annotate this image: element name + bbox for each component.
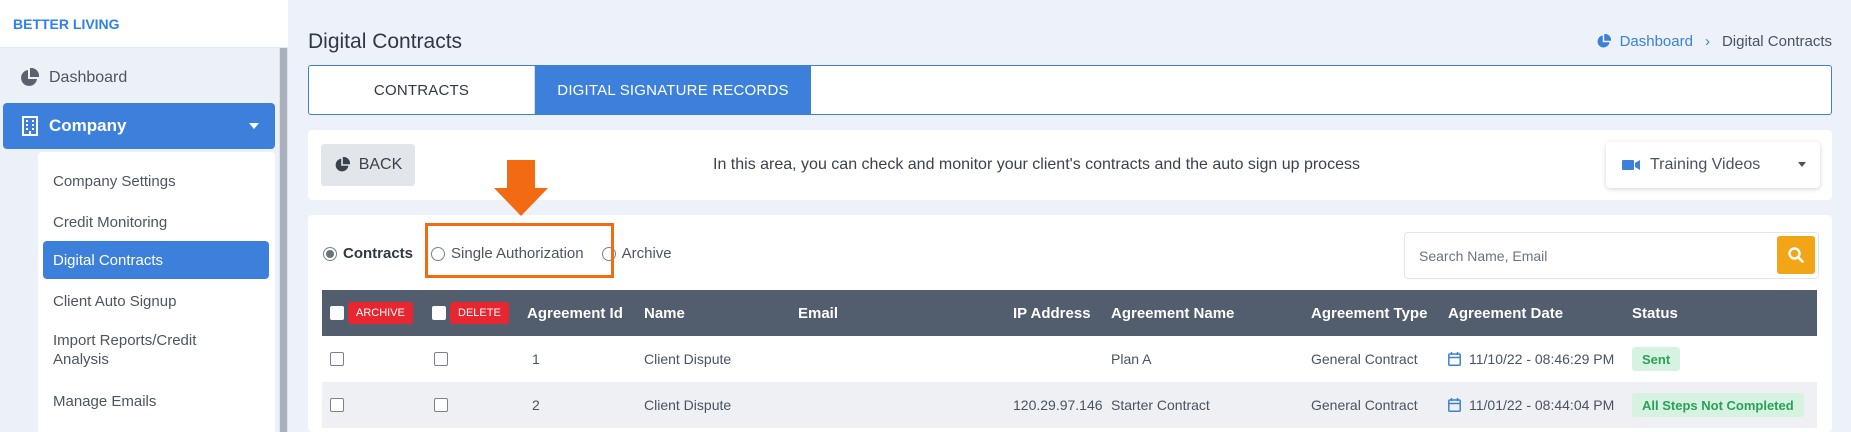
cell-name: Client Dispute (644, 397, 732, 413)
chevron-right-icon: › (1704, 33, 1710, 50)
radio-contracts[interactable]: Contracts (323, 245, 413, 262)
select-all-archive-checkbox[interactable] (330, 290, 344, 336)
radio-label: Contracts (343, 245, 414, 262)
archive-button-wrap: ARCHIVE (348, 290, 413, 336)
sidebar-item-digital-contracts[interactable]: Digital Contracts (43, 241, 269, 279)
cell-agreement-date: 11/10/22 - 08:46:29 PM (1448, 336, 1614, 382)
col-agreement-type[interactable]: Agreement Type (1311, 290, 1427, 336)
sidebar-item-company[interactable]: Company (3, 103, 275, 149)
cell-name: Client Dispute (644, 351, 732, 367)
sidebar-item-credit-monitoring[interactable]: Credit Monitoring (38, 207, 275, 237)
search-button[interactable] (1777, 236, 1815, 274)
cell-agreement-name: Plan A (1111, 351, 1152, 367)
checkbox[interactable] (330, 398, 344, 412)
brand-logo[interactable]: BETTER LIVING (0, 0, 288, 48)
delete-button-wrap: DELETE (450, 290, 509, 336)
radio-button[interactable] (323, 246, 337, 261)
tab-bar: CONTRACTS DIGITAL SIGNATURE RECORDS (308, 65, 1832, 115)
sidebar: BETTER LIVING Dashboard Company Company … (0, 0, 288, 432)
building-icon (22, 116, 38, 136)
row-delete-checkbox[interactable] (434, 382, 448, 428)
breadcrumb: Dashboard › Digital Contracts (1596, 33, 1832, 50)
breadcrumb-home[interactable]: Dashboard (1596, 33, 1693, 50)
status-badge: All Steps Not Completed (1632, 393, 1804, 417)
info-text: In this area, you can check and monitor … (713, 156, 1360, 173)
cell-agreement-id: 2 (532, 397, 540, 413)
delete-button[interactable]: DELETE (450, 302, 509, 324)
col-agreement-name[interactable]: Agreement Name (1111, 290, 1234, 336)
sidebar-item-label: Dashboard (49, 69, 128, 86)
col-agreement-id[interactable]: Agreement Id (527, 290, 623, 336)
cell-status: Sent (1632, 336, 1681, 382)
cell-ip-address: 120.29.97.146 (1013, 397, 1103, 413)
sidebar-item-label: Company (49, 116, 127, 135)
sidebar-scrollbar[interactable] (279, 48, 288, 432)
calendar-icon (1448, 398, 1461, 412)
sidebar-item-manage-emails[interactable]: Manage Emails (38, 386, 275, 416)
date-value: 11/10/22 - 08:46:29 PM (1469, 351, 1615, 367)
row-delete-checkbox[interactable] (434, 336, 448, 382)
cell-agreement-name: Starter Contract (1111, 397, 1210, 413)
page-title: Digital Contracts (308, 30, 463, 53)
sidebar-item-company-settings[interactable]: Company Settings (38, 166, 275, 196)
chevron-down-icon (249, 123, 259, 129)
col-status[interactable]: Status (1632, 290, 1678, 336)
checkbox[interactable] (432, 306, 446, 320)
checkbox[interactable] (330, 352, 344, 366)
sidebar-item-import-reports[interactable]: Import Reports/Credit Analysis (38, 328, 228, 372)
checkbox[interactable] (330, 306, 344, 320)
search-icon (1788, 247, 1804, 263)
date-value: 11/01/22 - 08:44:04 PM (1469, 397, 1615, 413)
tab-contracts[interactable]: CONTRACTS (309, 66, 535, 114)
calendar-icon (1448, 352, 1461, 366)
cell-status: All Steps Not Completed (1632, 382, 1804, 428)
back-button-label: BACK (358, 156, 403, 173)
search-input[interactable] (1405, 233, 1775, 278)
scrollbar-thumb[interactable] (280, 48, 287, 432)
highlight-box (425, 223, 614, 278)
status-badge: Sent (1632, 347, 1681, 371)
select-all-delete-checkbox[interactable] (432, 290, 446, 336)
checkbox[interactable] (434, 398, 448, 412)
chevron-down-icon (1798, 162, 1806, 167)
back-button[interactable]: BACK (321, 144, 415, 186)
col-email[interactable]: Email (798, 290, 838, 336)
checkbox[interactable] (434, 352, 448, 366)
training-videos-label: Training Videos (1650, 156, 1761, 173)
row-archive-checkbox[interactable] (330, 382, 344, 428)
table-row[interactable]: 1 Client Dispute Plan A General Contract… (322, 336, 1817, 382)
company-submenu: Company Settings Credit Monitoring Digit… (38, 152, 275, 432)
archive-button[interactable]: ARCHIVE (348, 302, 413, 324)
col-agreement-date[interactable]: Agreement Date (1448, 290, 1563, 336)
arrow-down-icon (494, 160, 548, 216)
breadcrumb-current: Digital Contracts (1721, 33, 1832, 50)
table-row[interactable]: 2 Client Dispute 120.29.97.146 Starter C… (322, 382, 1817, 428)
cell-agreement-type: General Contract (1311, 397, 1418, 413)
search-box (1404, 232, 1819, 279)
pie-chart-icon (21, 68, 39, 86)
pie-chart-icon (1597, 34, 1611, 48)
video-camera-icon (1622, 160, 1640, 170)
pie-chart-icon (335, 157, 350, 172)
radio-label: Archive (621, 245, 672, 262)
sidebar-item-client-auto-signup[interactable]: Client Auto Signup (38, 284, 275, 318)
cell-agreement-type: General Contract (1311, 351, 1418, 367)
training-videos-dropdown[interactable]: Training Videos (1606, 142, 1820, 188)
breadcrumb-home-label: Dashboard (1619, 33, 1693, 50)
tab-digital-signature-records[interactable]: DIGITAL SIGNATURE RECORDS (535, 66, 811, 114)
cell-agreement-id: 1 (532, 351, 540, 367)
table-header: ARCHIVE DELETE Agreement Id Name Email I… (322, 290, 1817, 336)
col-name[interactable]: Name (644, 290, 685, 336)
col-ip-address[interactable]: IP Address (1013, 290, 1091, 336)
sidebar-item-dashboard[interactable]: Dashboard (0, 60, 275, 96)
row-archive-checkbox[interactable] (330, 336, 344, 382)
cell-agreement-date: 11/01/22 - 08:44:04 PM (1448, 382, 1614, 428)
